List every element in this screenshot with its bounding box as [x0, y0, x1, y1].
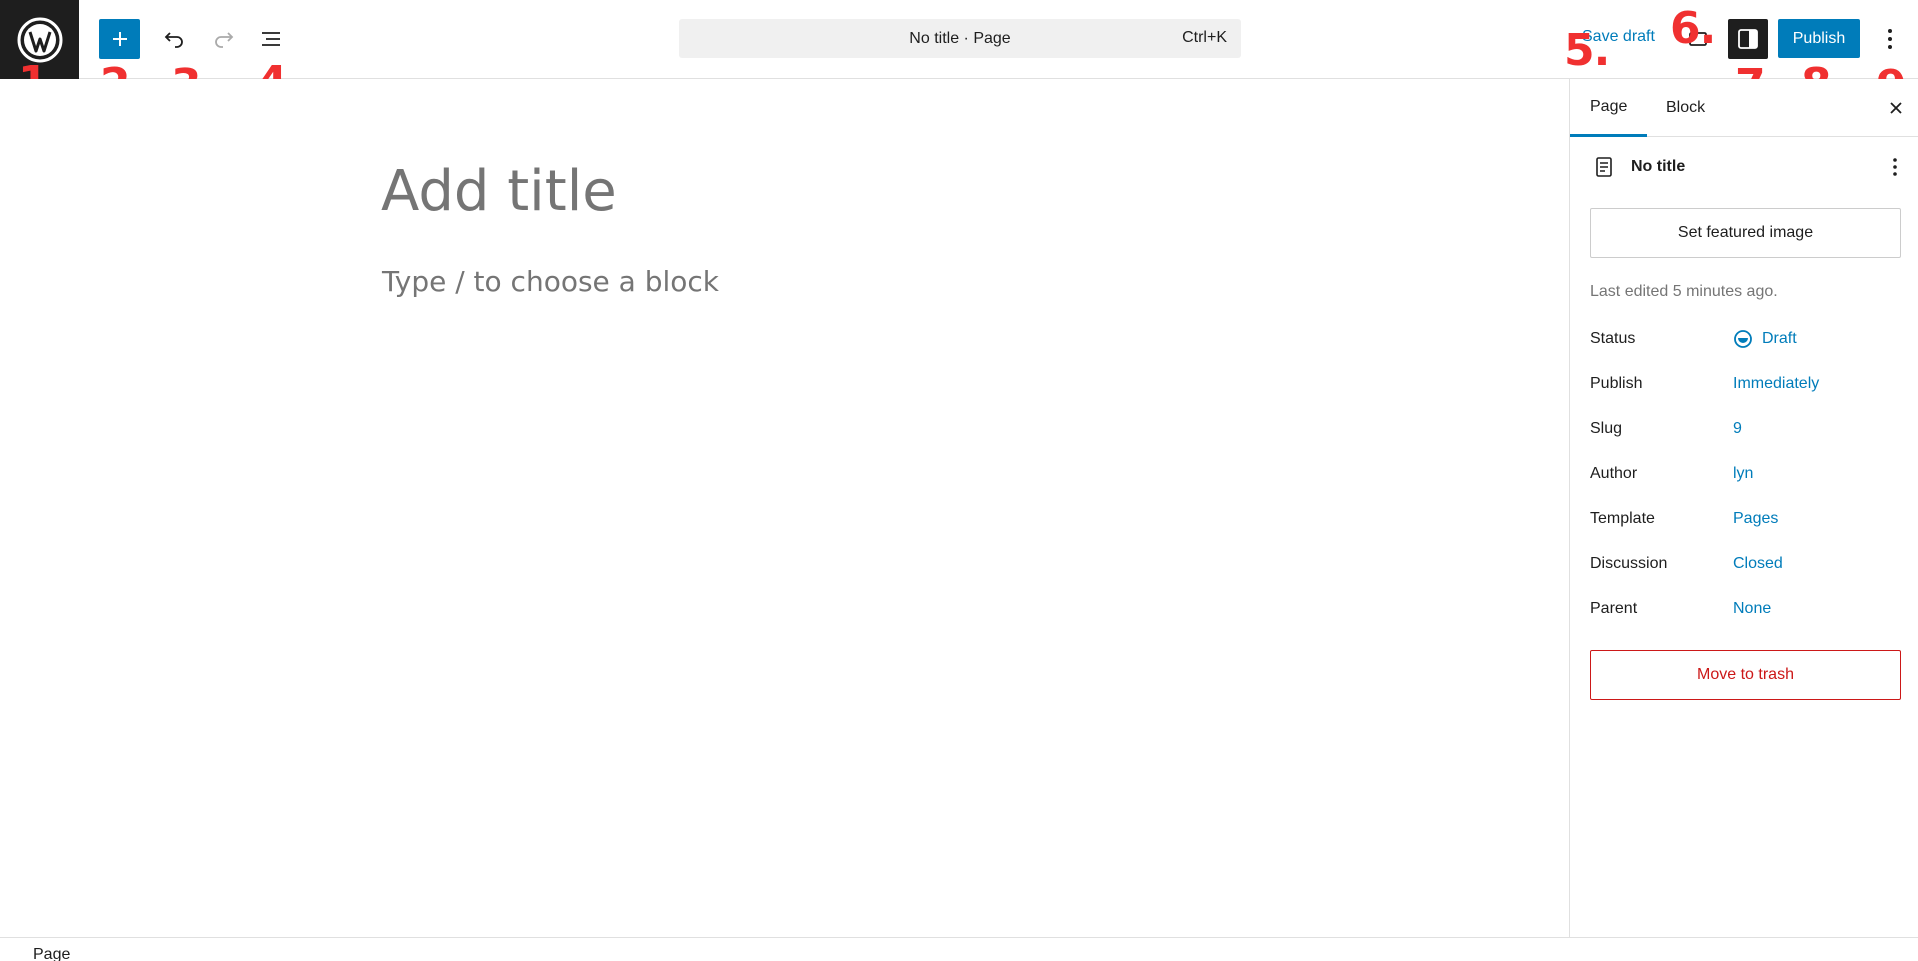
post-title-input[interactable]: Add title	[381, 159, 617, 224]
status-value-button[interactable]: Draft	[1762, 330, 1797, 348]
close-icon	[1890, 102, 1902, 114]
document-title: No title	[1631, 158, 1686, 175]
annotation-6: 6.	[1670, 3, 1716, 54]
vertical-ellipsis-icon	[1888, 29, 1892, 49]
block-breadcrumb-bar: Page	[0, 937, 1918, 961]
meta-row-parent: Parent None	[1590, 594, 1910, 624]
meta-row-discussion: Discussion Closed	[1590, 549, 1910, 579]
settings-sidebar: Page Block No title Set featured image L…	[1569, 79, 1918, 937]
tab-block[interactable]: Block	[1646, 79, 1725, 137]
author-button[interactable]: lyn	[1733, 465, 1753, 483]
meta-row-publish: Publish Immediately	[1590, 369, 1910, 399]
list-view-icon	[262, 32, 280, 46]
vertical-ellipsis-icon	[1893, 158, 1897, 176]
set-featured-image-button[interactable]: Set featured image	[1590, 208, 1901, 258]
tab-page[interactable]: Page	[1570, 79, 1648, 137]
command-palette-bar[interactable]: No title · Page Ctrl+K	[679, 19, 1241, 58]
meta-row-author: Author lyn	[1590, 459, 1910, 489]
parent-button[interactable]: None	[1733, 600, 1771, 618]
meta-label: Status	[1590, 330, 1636, 347]
meta-label: Template	[1590, 510, 1655, 527]
document-title-label: No title · Page	[909, 29, 1011, 47]
options-button[interactable]	[1872, 19, 1908, 59]
meta-row-template: Template Pages	[1590, 504, 1910, 534]
meta-label: Author	[1590, 465, 1638, 482]
settings-toggle-button[interactable]	[1728, 19, 1768, 59]
undo-icon	[164, 32, 183, 48]
add-block-button[interactable]	[99, 19, 140, 59]
meta-row-status: Status Draft	[1590, 324, 1910, 354]
undo-button[interactable]	[154, 19, 194, 59]
meta-label: Publish	[1590, 375, 1643, 392]
redo-button[interactable]	[204, 19, 244, 59]
publish-date-button[interactable]: Immediately	[1733, 375, 1819, 393]
default-block-appender[interactable]: Type / to choose a block	[382, 265, 719, 298]
plus-icon	[112, 32, 127, 46]
editor-canvas: Add title Type / to choose a block	[0, 79, 1569, 937]
last-edited-text: Last edited 5 minutes ago.	[1590, 283, 1778, 300]
meta-label: Discussion	[1590, 555, 1668, 572]
annotation-5: 5.	[1564, 25, 1610, 76]
redo-icon	[215, 32, 234, 48]
close-sidebar-button[interactable]	[1881, 93, 1911, 123]
move-to-trash-button[interactable]: Move to trash	[1590, 650, 1901, 700]
meta-label: Slug	[1590, 420, 1623, 437]
document-summary: No title	[1570, 137, 1918, 197]
meta-label: Parent	[1590, 600, 1638, 617]
page-icon	[1596, 157, 1612, 177]
discussion-button[interactable]: Closed	[1733, 555, 1783, 573]
template-button[interactable]: Pages	[1733, 510, 1778, 528]
slug-button[interactable]: 9	[1733, 420, 1742, 438]
document-overview-button[interactable]	[251, 19, 291, 59]
publish-button[interactable]: Publish	[1778, 19, 1860, 58]
sidebar-icon	[1738, 29, 1758, 49]
breadcrumb-page[interactable]: Page	[33, 946, 70, 961]
shortcut-hint: Ctrl+K	[1182, 29, 1227, 46]
sidebar-tabs: Page Block	[1570, 79, 1918, 137]
meta-row-slug: Slug 9	[1590, 414, 1910, 444]
document-actions-button[interactable]	[1881, 153, 1909, 181]
draft-status-icon	[1734, 330, 1752, 348]
